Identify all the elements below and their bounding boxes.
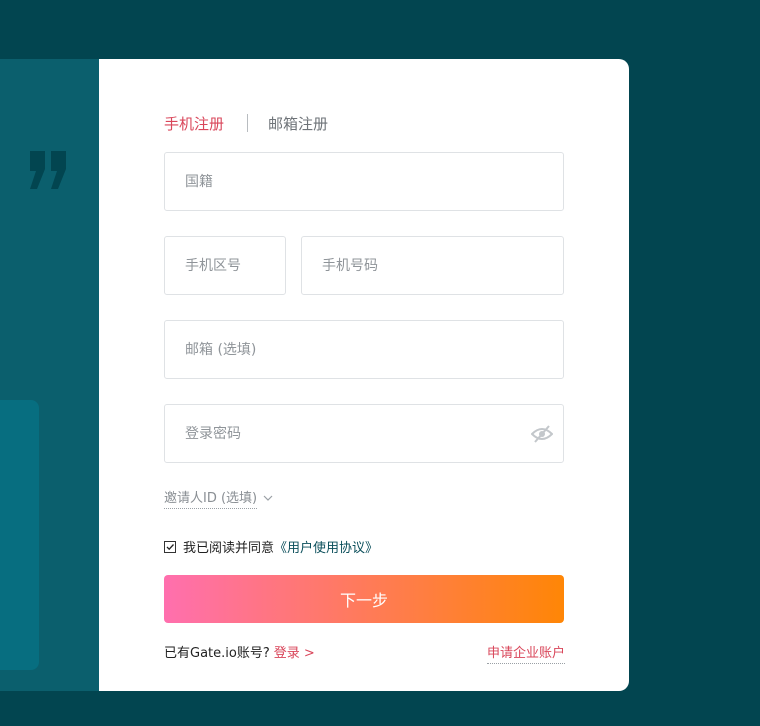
eye-off-icon[interactable] — [531, 424, 553, 444]
have-account-text: 已有Gate.io账号? — [164, 646, 270, 661]
testimonial-card — [0, 400, 39, 670]
agreement-row: 我已阅读并同意 《用户使用协议》 — [164, 537, 378, 556]
tab-email-register[interactable]: 邮箱注册 — [268, 113, 328, 134]
quote-icon — [30, 151, 66, 189]
area-code-field[interactable] — [164, 236, 286, 295]
nationality-field[interactable] — [164, 152, 564, 211]
tab-phone-register[interactable]: 手机注册 — [164, 113, 224, 134]
login-link[interactable]: 登录 > — [274, 642, 315, 661]
password-input[interactable] — [183, 424, 563, 443]
phone-input[interactable] — [320, 256, 563, 275]
nationality-input[interactable] — [183, 172, 563, 191]
phone-field[interactable] — [301, 236, 564, 295]
agreement-text: 我已阅读并同意 — [183, 541, 275, 556]
user-agreement-link[interactable]: 《用户使用协议》 — [274, 537, 378, 556]
register-card: 手机注册 邮箱注册 邀请人ID (选填) 我已阅读并同意 — [99, 59, 629, 691]
agreement-checkbox[interactable] — [164, 540, 176, 553]
password-field[interactable] — [164, 404, 564, 463]
chevron-down-icon — [263, 495, 273, 501]
invite-code-toggle[interactable]: 邀请人ID (选填) — [164, 487, 273, 509]
tab-divider — [247, 114, 249, 132]
login-prompt: 已有Gate.io账号? 登录 > — [164, 642, 315, 661]
register-tabs: 手机注册 邮箱注册 — [164, 111, 328, 135]
enterprise-account-link[interactable]: 申请企业账户 — [486, 642, 565, 664]
left-panel — [0, 59, 99, 691]
check-icon — [166, 543, 174, 550]
invite-code-label: 邀请人ID (选填) — [164, 487, 258, 509]
area-code-input[interactable] — [183, 256, 285, 275]
email-input[interactable] — [183, 340, 563, 359]
email-field[interactable] — [164, 320, 564, 379]
next-button[interactable]: 下一步 — [164, 575, 564, 623]
